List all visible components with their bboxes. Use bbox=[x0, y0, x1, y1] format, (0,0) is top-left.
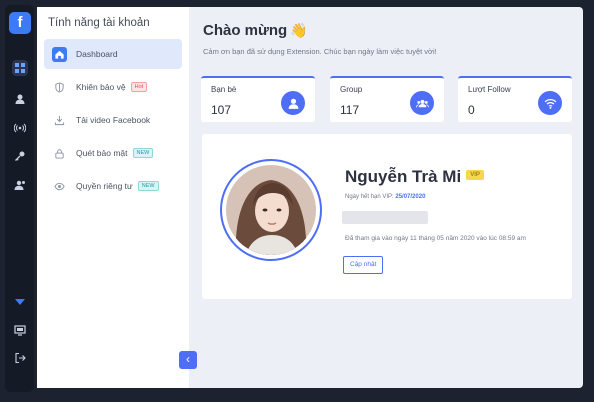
monitor-icon[interactable] bbox=[12, 322, 28, 338]
stat-card-follow: Lượt Follow 0 bbox=[458, 76, 572, 122]
home-icon bbox=[52, 46, 67, 62]
stat-value: 107 bbox=[211, 103, 232, 117]
wifi-icon bbox=[538, 91, 562, 115]
page-title: Chào mừng 👋 bbox=[203, 22, 308, 39]
sidebar-item-label: Quét bảo mật bbox=[76, 148, 128, 158]
user-icon[interactable] bbox=[12, 91, 28, 107]
sidebar-item-shield[interactable]: Khiên bảo vệ Hot bbox=[44, 72, 182, 102]
broadcast-icon[interactable] bbox=[12, 120, 28, 136]
facebook-logo[interactable]: f bbox=[9, 12, 31, 34]
sidebar-item-label: Dashboard bbox=[76, 49, 118, 59]
profile-name: Nguyễn Trà Mi VIP bbox=[345, 167, 484, 187]
sidebar: Tính năng tài khoản Dashboard Khiên bảo … bbox=[37, 7, 189, 388]
sidebar-item-dashboard[interactable]: Dashboard bbox=[44, 39, 182, 69]
avatar-photo bbox=[226, 165, 316, 255]
update-button[interactable]: Cập nhật bbox=[343, 256, 384, 274]
welcome-subtitle: Cảm ơn bạn đã sử dụng Extension. Chúc bạ… bbox=[203, 47, 437, 56]
stat-label: Bạn bè bbox=[211, 85, 237, 94]
group-icon bbox=[410, 91, 434, 115]
vip-expiry-date: 25/07/2020 bbox=[395, 194, 426, 200]
sidebar-item-download-video[interactable]: Tải video Facebook bbox=[44, 105, 182, 135]
new-badge: NEW bbox=[137, 181, 159, 191]
vip-expiry-label: Ngày hết hạn VIP: bbox=[345, 194, 394, 200]
logout-icon[interactable] bbox=[12, 350, 28, 366]
stat-label: Lượt Follow bbox=[468, 85, 511, 94]
icon-rail: f bbox=[5, 5, 34, 392]
waving-hand-icon: 👋 bbox=[290, 22, 308, 38]
vip-expiry: Ngày hết hạn VIP: 25/07/2020 bbox=[345, 194, 425, 200]
profile-name-text: Nguyễn Trà Mi bbox=[345, 167, 462, 186]
sidebar-item-privacy[interactable]: Quyền riêng tư NEW bbox=[44, 171, 182, 201]
lock-icon bbox=[52, 146, 67, 161]
welcome-text: Chào mừng bbox=[203, 22, 288, 39]
sidebar-item-security-scan[interactable]: Quét bảo mật NEW bbox=[44, 138, 182, 168]
stat-value: 0 bbox=[468, 103, 475, 117]
stat-card-group: Group 117 bbox=[330, 76, 444, 122]
stat-value: 117 bbox=[340, 103, 360, 117]
hot-badge: Hot bbox=[130, 82, 148, 92]
funnel-icon[interactable] bbox=[12, 294, 28, 310]
user-icon bbox=[281, 91, 305, 115]
sidebar-title: Tính năng tài khoản bbox=[48, 17, 150, 29]
avatar bbox=[220, 159, 322, 261]
sidebar-item-label: Khiên bảo vệ bbox=[76, 82, 126, 92]
joined-date: Đã tham gia vào ngày 11 tháng 05 năm 202… bbox=[345, 235, 526, 242]
masked-info-bar bbox=[342, 211, 428, 224]
stat-card-friends: Bạn bè 107 bbox=[201, 76, 315, 122]
users-icon[interactable] bbox=[12, 177, 28, 193]
app-frame: f Tính năng tài khoản Dashboard Khiên bả… bbox=[0, 0, 594, 402]
profile-card: Nguyễn Trà Mi VIP Ngày hết hạn VIP: 25/07… bbox=[202, 134, 572, 299]
collapse-sidebar-button[interactable]: ‹ bbox=[179, 351, 197, 369]
sidebar-item-label: Quyền riêng tư bbox=[76, 181, 133, 191]
shield-icon bbox=[52, 80, 67, 95]
download-icon bbox=[52, 113, 67, 128]
eye-icon bbox=[52, 179, 67, 194]
vip-badge: VIP bbox=[466, 169, 484, 180]
stat-label: Group bbox=[340, 85, 363, 94]
dashboard-icon[interactable] bbox=[12, 60, 28, 76]
sidebar-item-label: Tải video Facebook bbox=[76, 115, 151, 125]
main-content: Chào mừng 👋 Cảm ơn bạn đã sử dụng Extensi… bbox=[189, 7, 583, 388]
new-badge: NEW bbox=[132, 148, 154, 158]
key-icon[interactable] bbox=[12, 148, 28, 164]
